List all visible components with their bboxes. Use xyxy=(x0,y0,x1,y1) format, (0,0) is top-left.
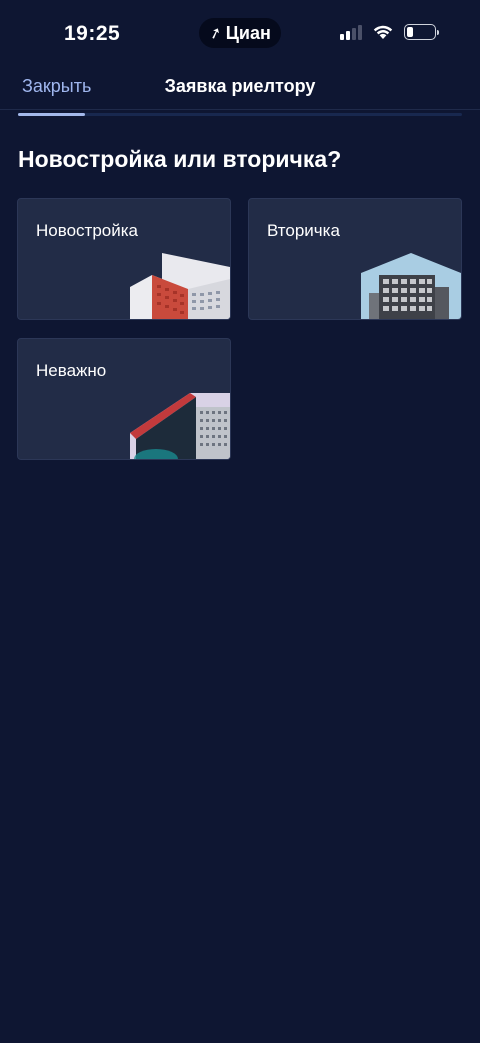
header-divider xyxy=(0,109,480,110)
cellular-signal-icon xyxy=(340,24,362,40)
option-label: Неважно xyxy=(36,361,107,380)
any-building-image xyxy=(130,393,230,459)
option-label: Вторичка xyxy=(267,221,340,240)
screen: 19:25 ➚ Циан Закрыть Заявка риелтору Нов… xyxy=(0,0,480,1043)
header: Закрыть Заявка риелтору xyxy=(0,70,480,110)
new-building-image xyxy=(130,253,230,319)
option-label: Новостройка xyxy=(36,221,138,240)
dynamic-island: ➚ Циан xyxy=(199,18,281,48)
status-icons xyxy=(340,24,439,40)
page-title: Заявка риелтору xyxy=(164,76,316,96)
battery-icon xyxy=(404,24,439,40)
progress-bar-fill xyxy=(18,113,85,116)
status-time: 19:25 xyxy=(64,22,121,45)
option-card-new-building[interactable]: Новостройка xyxy=(17,198,231,320)
question-heading: Новостройка или вторичка? xyxy=(18,146,342,172)
battery-level xyxy=(407,27,413,37)
progress-bar xyxy=(18,113,462,116)
secondary-building-image xyxy=(361,253,461,319)
option-card-secondary[interactable]: Вторичка xyxy=(248,198,462,320)
option-card-any[interactable]: Неважно xyxy=(17,338,231,460)
status-bar: 19:25 ➚ Циан xyxy=(0,0,480,70)
app-badge-label: Циан xyxy=(225,22,271,43)
cian-logo-icon: ➚ xyxy=(206,23,225,44)
wifi-icon xyxy=(373,25,393,39)
